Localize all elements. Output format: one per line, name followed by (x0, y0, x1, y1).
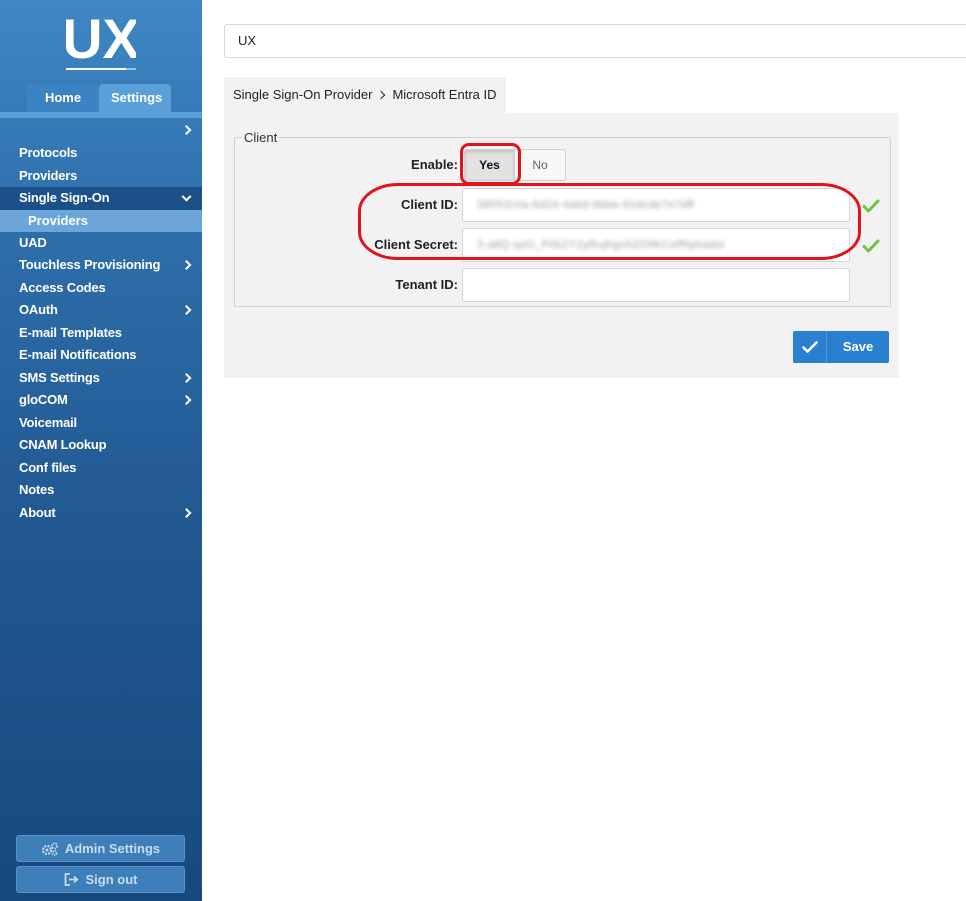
chevron-right-icon (181, 507, 192, 518)
sign-out-icon (64, 873, 79, 886)
breadcrumb-parent[interactable]: Single Sign-On Provider (233, 87, 372, 102)
client-legend: Client (244, 130, 278, 145)
client-secret-value: 3-a8Q-qxO_P0kZY2yRujhgx5ZO9KCofRphadst (477, 239, 725, 251)
client-id-value: 38552c0a-6d24-4abd-bbbe-81dcde7e7dff (477, 199, 695, 211)
sidebar-expand-toggle[interactable] (0, 118, 202, 142)
logo-mark: UX (66, 7, 136, 70)
sidebar: UX Home Settings Protocols Providers Sin… (0, 0, 202, 901)
chevron-right-icon (181, 372, 192, 383)
sidebar-item-glocom[interactable]: gloCOM (0, 389, 202, 412)
tenant-id-field[interactable] (462, 268, 850, 302)
admin-settings-label: Admin Settings (64, 841, 161, 856)
client-secret-label: Client Secret: (374, 237, 458, 252)
sidebar-item-notes[interactable]: Notes (0, 479, 202, 502)
enable-yes-button[interactable]: Yes (464, 149, 515, 181)
sidebar-item-providers[interactable]: Providers (0, 165, 202, 188)
main-content: UX Single Sign-On Provider Microsoft Entr… (202, 0, 966, 901)
tenant-id-label: Tenant ID: (395, 277, 458, 292)
admin-settings-button[interactable]: Admin Settings (16, 835, 185, 862)
breadcrumb: Single Sign-On Provider Microsoft Entra I… (224, 77, 506, 113)
client-secret-field[interactable]: 3-a8Q-qxO_P0kZY2yRujhgx5ZO9KCofRphadst (462, 228, 850, 262)
sidebar-item-access-codes[interactable]: Access Codes (0, 277, 202, 300)
sidebar-item-email-notifications[interactable]: E-mail Notifications (0, 344, 202, 367)
sidebar-item-about[interactable]: About (0, 502, 202, 525)
sidebar-item-single-sign-on[interactable]: Single Sign-On (0, 187, 202, 210)
sidebar-item-label: Single Sign-On (19, 190, 110, 205)
check-icon (862, 199, 880, 213)
chevron-right-icon (377, 90, 386, 100)
check-icon (862, 239, 880, 253)
client-id-field[interactable]: 38552c0a-6d24-4abd-bbbe-81dcde7e7dff (462, 188, 850, 222)
sign-out-label: Sign out (85, 872, 138, 887)
save-label: Save (842, 339, 874, 354)
sidebar-item-protocols[interactable]: Protocols (0, 142, 202, 165)
sidebar-item-sms-settings[interactable]: SMS Settings (0, 367, 202, 390)
gears-icon (41, 842, 58, 856)
sidebar-item-voicemail[interactable]: Voicemail (0, 412, 202, 435)
sidebar-item-oauth[interactable]: OAuth (0, 299, 202, 322)
sidebar-item-label: OAuth (19, 302, 58, 317)
sidebar-item-email-templates[interactable]: E-mail Templates (0, 322, 202, 345)
sidebar-item-uad[interactable]: UAD (0, 232, 202, 255)
sidebar-item-label: SMS Settings (19, 369, 100, 385)
sidebar-item-label: gloCOM (19, 392, 68, 407)
sidebar-item-conf-files[interactable]: Conf files (0, 457, 202, 480)
enable-toggle: Yes No (464, 149, 566, 181)
sidebar-subitem-providers[interactable]: Providers (0, 209, 202, 232)
breadcrumb-current: Microsoft Entra ID (392, 87, 497, 102)
chevron-right-icon (181, 395, 192, 406)
tab-settings[interactable]: Settings (99, 84, 171, 112)
ux-logo: UX (0, 6, 202, 78)
sidebar-item-label: About (19, 504, 56, 520)
chevron-right-icon (181, 125, 192, 135)
tab-home[interactable]: Home (27, 84, 99, 112)
sidebar-tabs: Home Settings (27, 84, 171, 112)
chevron-right-icon (181, 305, 192, 316)
svg-text:UX: UX (66, 7, 136, 70)
sign-out-button[interactable]: Sign out (16, 866, 185, 893)
sidebar-item-cnam-lookup[interactable]: CNAM Lookup (0, 434, 202, 457)
checkmark-icon (793, 331, 827, 363)
sidebar-item-touchless-provisioning[interactable]: Touchless Provisioning (0, 254, 202, 277)
chevron-down-icon (181, 191, 192, 202)
sidebar-item-label: Touchless Provisioning (19, 257, 161, 272)
enable-no-button[interactable]: No (515, 149, 566, 181)
enable-label: Enable: (411, 157, 458, 172)
save-button[interactable]: Save (793, 331, 889, 363)
tenant-search-input[interactable]: UX (224, 24, 966, 58)
client-id-label: Client ID: (400, 197, 458, 212)
sidebar-nav: Protocols Providers Single Sign-On Provi… (0, 118, 202, 524)
chevron-right-icon (181, 260, 192, 271)
